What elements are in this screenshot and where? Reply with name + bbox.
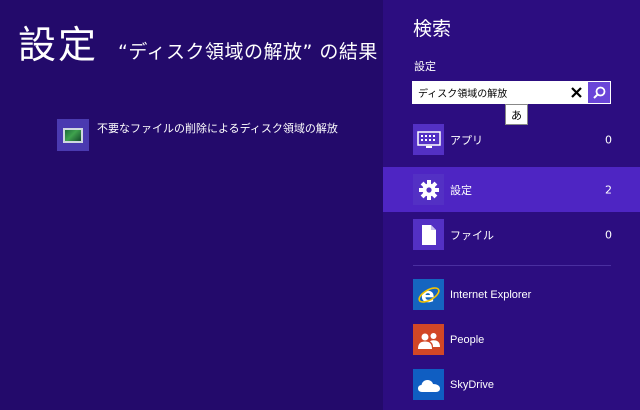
search-pane-title: 検索 <box>413 18 452 40</box>
document-icon <box>413 219 444 250</box>
people-icon <box>413 324 444 355</box>
app-label: Internet Explorer <box>450 289 532 301</box>
internet-explorer-icon: e <box>413 279 444 310</box>
gear-icon <box>413 174 444 205</box>
app-people[interactable]: People <box>383 320 640 360</box>
search-box <box>412 81 611 104</box>
category-settings[interactable]: 設定 2 <box>383 167 640 212</box>
search-results-pane: 設定 “ディスク領域の解放” の結果 不要なファイルの削除によるディスク領域の解… <box>0 0 383 410</box>
magnifier-icon <box>592 86 605 99</box>
app-label: People <box>450 334 485 346</box>
close-icon <box>570 87 582 98</box>
app-label: SkyDrive <box>450 379 495 391</box>
result-item-label: 不要なファイルの削除によるディスク領域の解放 <box>97 122 338 135</box>
results-header: 設定 “ディスク領域の解放” の結果 <box>18 26 378 64</box>
category-apps[interactable]: アプリ 0 <box>383 117 640 162</box>
search-button[interactable] <box>588 82 610 103</box>
svg-text:e: e <box>421 283 435 307</box>
result-item-disk-cleanup[interactable]: 不要なファイルの削除によるディスク領域の解放 <box>57 119 357 153</box>
keyboard-icon <box>413 124 444 155</box>
page-title: 設定 <box>18 23 99 67</box>
search-charm-pane: 検索 設定 あ アプリ <box>383 0 640 410</box>
clear-search-button[interactable] <box>564 82 588 103</box>
category-count: 0 <box>605 228 612 241</box>
app-internet-explorer[interactable]: e Internet Explorer <box>383 275 640 315</box>
category-count: 2 <box>605 183 612 196</box>
search-input[interactable] <box>413 82 565 103</box>
search-scope-label: 設定 <box>414 60 436 73</box>
cloud-icon <box>413 369 444 400</box>
category-label: 設定 <box>450 183 472 197</box>
disk-cleanup-icon <box>57 119 89 151</box>
query-caption: “ディスク領域の解放” の結果 <box>118 41 378 63</box>
category-files[interactable]: ファイル 0 <box>383 212 640 257</box>
divider <box>413 265 611 266</box>
category-label: ファイル <box>450 228 494 242</box>
app-skydrive[interactable]: SkyDrive <box>383 365 640 405</box>
category-label: アプリ <box>450 133 483 147</box>
category-count: 0 <box>605 133 612 146</box>
